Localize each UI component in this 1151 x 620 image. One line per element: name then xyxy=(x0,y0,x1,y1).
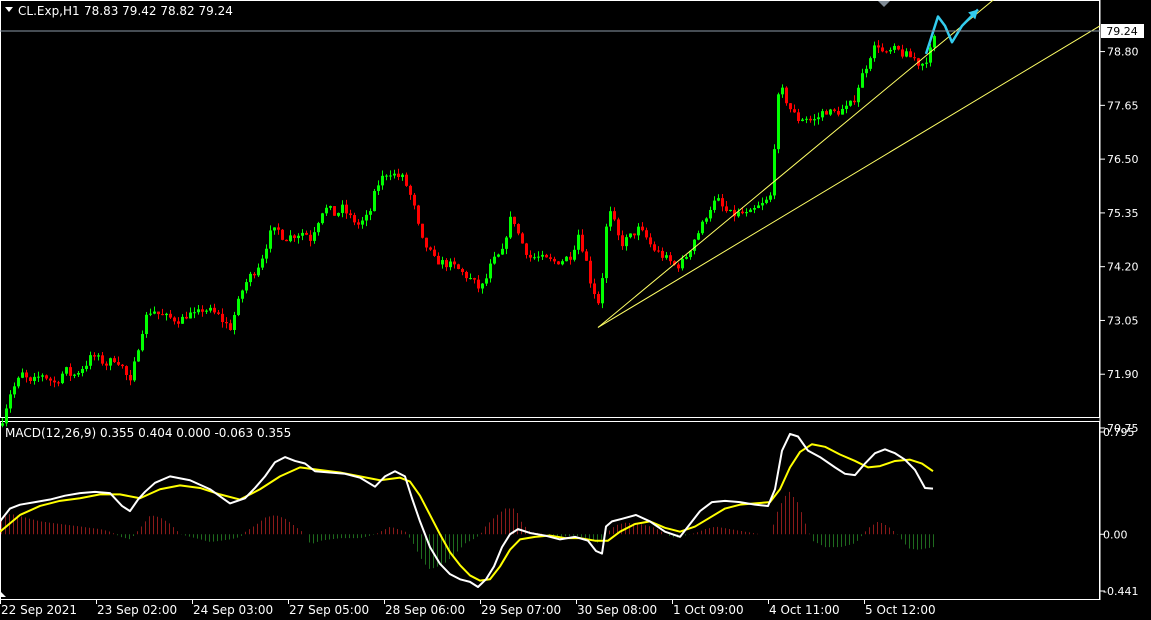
price-tick-label: 77.65 xyxy=(1107,99,1139,112)
price-tick-label: 75.35 xyxy=(1107,207,1139,220)
symbol-label: CL.Exp,H1 xyxy=(18,4,80,18)
macd-indicator-label: MACD(12,26,9) 0.355 0.404 0.000 -0.063 0… xyxy=(5,426,291,440)
time-tick-label: 22 Sep 2021 xyxy=(1,603,77,617)
price-tick-label: 73.05 xyxy=(1107,314,1139,327)
price-tick-label: 71.90 xyxy=(1107,368,1139,381)
bear-candle xyxy=(589,256,592,288)
bull-candle xyxy=(777,92,780,154)
bull-candle xyxy=(565,256,568,262)
time-tick-label: 24 Sep 03:00 xyxy=(193,603,273,617)
macd-tick-label: 0.795 xyxy=(1103,426,1135,439)
time-tick-label: 4 Oct 11:00 xyxy=(769,603,840,617)
time-tick-label: 29 Sep 07:00 xyxy=(481,603,561,617)
bull-candle xyxy=(605,223,608,283)
time-tick-label: 23 Sep 02:00 xyxy=(97,603,177,617)
bear-candle xyxy=(457,263,460,270)
bull-candle xyxy=(701,220,704,235)
bear-candle xyxy=(417,204,420,226)
bull-candle xyxy=(321,212,324,225)
time-tick-label: 30 Sep 08:00 xyxy=(577,603,657,617)
trading-chart[interactable]: 78.8077.6576.5075.3574.2073.0571.9070.75… xyxy=(0,0,1151,620)
bull-candle xyxy=(137,348,140,362)
chart-background xyxy=(0,0,1151,620)
bull-candle xyxy=(773,144,776,200)
bull-candle xyxy=(373,188,376,212)
time-tick-label: 5 Oct 12:00 xyxy=(865,603,936,617)
bear-candle xyxy=(557,261,560,265)
price-tick-label: 76.50 xyxy=(1107,153,1139,166)
bear-candle xyxy=(333,206,336,216)
macd-tick-label: 0.00 xyxy=(1103,528,1128,541)
time-tick-label: 27 Sep 05:00 xyxy=(289,603,369,617)
price-tick-label: 74.20 xyxy=(1107,261,1139,274)
bull-candle xyxy=(237,296,240,317)
time-tick-label: 28 Sep 06:00 xyxy=(385,603,465,617)
bear-candle xyxy=(785,86,788,106)
macd-tick-label: -0.441 xyxy=(1103,585,1138,598)
ohlc-label: 78.83 79.42 78.82 79.24 xyxy=(84,4,233,18)
bear-candle xyxy=(521,232,524,244)
bear-candle xyxy=(421,223,424,239)
current-price-label: 79.24 xyxy=(1106,25,1138,38)
price-tick-label: 78.80 xyxy=(1107,46,1139,59)
bear-candle xyxy=(281,228,284,241)
bull-candle xyxy=(601,273,604,309)
time-tick-label: 1 Oct 09:00 xyxy=(673,603,744,617)
bull-candle xyxy=(145,312,148,338)
